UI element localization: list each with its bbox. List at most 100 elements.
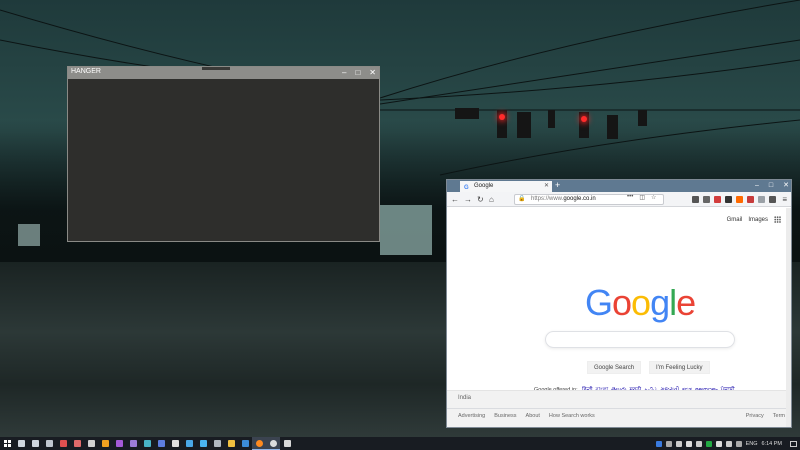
tray-icon[interactable] xyxy=(675,440,682,447)
taskbar-app-6-icon[interactable] xyxy=(112,437,126,450)
page-actions-icon[interactable]: ••• xyxy=(627,194,633,201)
tray-icon[interactable] xyxy=(695,440,702,447)
tray-icon[interactable] xyxy=(725,440,732,447)
tab-close-icon[interactable]: ✕ xyxy=(544,181,549,192)
home-button[interactable]: ⌂ xyxy=(489,193,494,206)
footer-link[interactable]: Term xyxy=(773,413,785,419)
taskbar-app-15-icon[interactable] xyxy=(238,437,252,450)
navigation-toolbar: ← → ↻ ⌂ 🔒 https://www.google.co.in ••• ◫… xyxy=(447,192,791,207)
tray-icon[interactable] xyxy=(715,440,722,447)
browser-window[interactable]: G Google ✕ + – □ ✕ ← → ↻ ⌂ 🔒 https://www… xyxy=(446,179,792,428)
extension-icon[interactable] xyxy=(736,196,744,203)
url-prefix: https://www. xyxy=(531,196,564,202)
notification-icon[interactable] xyxy=(790,440,797,447)
taskbar-app-3-icon[interactable] xyxy=(70,437,84,450)
hamburger-menu-icon[interactable]: ≡ xyxy=(782,194,787,205)
traffic-signal xyxy=(455,108,479,119)
apps-grid-icon[interactable] xyxy=(774,216,781,223)
google-footer: India Advertising Business About How Search… xyxy=(447,390,791,427)
taskbar-chrome-icon[interactable] xyxy=(266,437,280,450)
hanger-window[interactable]: HANGER – □ ✕ xyxy=(67,66,380,242)
feeling-lucky-button[interactable]: I'm Feeling Lucky xyxy=(649,361,710,374)
start-button[interactable] xyxy=(1,437,14,450)
country-label: India xyxy=(458,395,472,401)
maximize-button[interactable]: □ xyxy=(355,67,360,79)
taskbar-search-icon[interactable] xyxy=(14,437,28,450)
extension-icon[interactable] xyxy=(725,196,733,203)
images-link[interactable]: Images xyxy=(748,217,768,223)
bookmark-star-icon[interactable]: ☆ xyxy=(651,194,656,201)
footer-link[interactable]: How Search works xyxy=(549,413,595,419)
tray-icon[interactable] xyxy=(705,440,712,447)
logo-letter: g xyxy=(650,282,670,323)
taskbar-app-1-icon[interactable] xyxy=(42,437,56,450)
windows-logo-icon xyxy=(4,440,11,447)
hanger-window-title: HANGER xyxy=(71,68,101,75)
red-light xyxy=(499,114,505,120)
taskbar-app-8-icon[interactable] xyxy=(140,437,154,450)
extension-icon[interactable] xyxy=(714,196,722,203)
hanger-drag-handle[interactable] xyxy=(202,67,230,70)
extension-icon[interactable] xyxy=(747,196,755,203)
back-button[interactable]: ← xyxy=(451,193,459,206)
clock[interactable]: 6:14 PM xyxy=(762,441,782,447)
taskbar-app-12-icon[interactable] xyxy=(196,437,210,450)
taskbar-file-explorer-icon[interactable] xyxy=(224,437,238,450)
extension-icon[interactable] xyxy=(692,196,700,203)
extension-icon[interactable] xyxy=(703,196,711,203)
taskbar-app-13-icon[interactable] xyxy=(210,437,224,450)
maximize-button[interactable]: □ xyxy=(769,180,773,192)
traffic-signal xyxy=(638,110,647,126)
browser-tab-strip[interactable]: G Google ✕ + – □ ✕ xyxy=(447,180,791,192)
red-light xyxy=(581,116,587,122)
gmail-link[interactable]: Gmail xyxy=(727,217,743,223)
traffic-signal xyxy=(548,110,555,128)
tray-icon[interactable] xyxy=(665,440,672,447)
logo-letter: G xyxy=(585,282,613,323)
minimize-button[interactable]: – xyxy=(755,180,759,192)
taskbar-app-10-icon[interactable] xyxy=(168,437,182,450)
extension-icon[interactable] xyxy=(758,196,766,203)
reload-button[interactable]: ↻ xyxy=(477,193,484,206)
taskbar-app-9-icon[interactable] xyxy=(154,437,168,450)
taskbar-app-11-icon[interactable] xyxy=(182,437,196,450)
hanger-content xyxy=(68,79,379,242)
taskbar-task-view-icon[interactable] xyxy=(28,437,42,450)
language-indicator[interactable]: ENG xyxy=(746,441,758,447)
taskbar-firefox-icon[interactable] xyxy=(252,437,266,450)
close-button[interactable]: ✕ xyxy=(783,180,789,192)
footer-link[interactable]: About xyxy=(526,413,540,419)
footer-link[interactable]: Business xyxy=(494,413,516,419)
taskbar-app-18-icon[interactable] xyxy=(280,437,294,450)
forward-button[interactable]: → xyxy=(464,193,472,206)
taskbar-app-5-icon[interactable] xyxy=(98,437,112,450)
tab-title: Google xyxy=(474,183,494,189)
minimize-button[interactable]: – xyxy=(342,67,346,79)
logo-letter: o xyxy=(631,282,651,323)
footer-link[interactable]: Advertising xyxy=(458,413,485,419)
close-button[interactable]: ✕ xyxy=(369,67,376,79)
taskbar: ENG 6:14 PM xyxy=(0,437,800,450)
pocket-icon[interactable]: ◫ xyxy=(639,194,645,201)
extension-toolbar: ≡ xyxy=(692,194,787,205)
taskbar-app-2-icon[interactable] xyxy=(56,437,70,450)
hanger-titlebar[interactable]: HANGER – □ ✕ xyxy=(68,67,379,79)
google-search-button[interactable]: Google Search xyxy=(587,361,642,374)
tray-icon[interactable] xyxy=(655,440,662,447)
new-tab-button[interactable]: + xyxy=(555,180,560,191)
tray-icon[interactable] xyxy=(735,440,742,447)
url-domain: google.co.in xyxy=(563,196,596,202)
footer-link[interactable]: Privacy xyxy=(746,413,764,419)
tray-icon[interactable] xyxy=(685,440,692,447)
tab-google[interactable]: G Google ✕ xyxy=(460,181,552,192)
scrollbar[interactable] xyxy=(786,208,791,427)
lock-icon: 🔒 xyxy=(518,196,526,202)
extension-icon[interactable] xyxy=(769,196,777,203)
search-input[interactable] xyxy=(545,331,735,348)
taskbar-app-4-icon[interactable] xyxy=(84,437,98,450)
taskbar-app-7-icon[interactable] xyxy=(126,437,140,450)
google-logo: Google xyxy=(585,282,696,324)
traffic-signal xyxy=(517,112,531,138)
traffic-signal xyxy=(607,115,618,139)
system-tray: ENG 6:14 PM xyxy=(655,437,800,450)
